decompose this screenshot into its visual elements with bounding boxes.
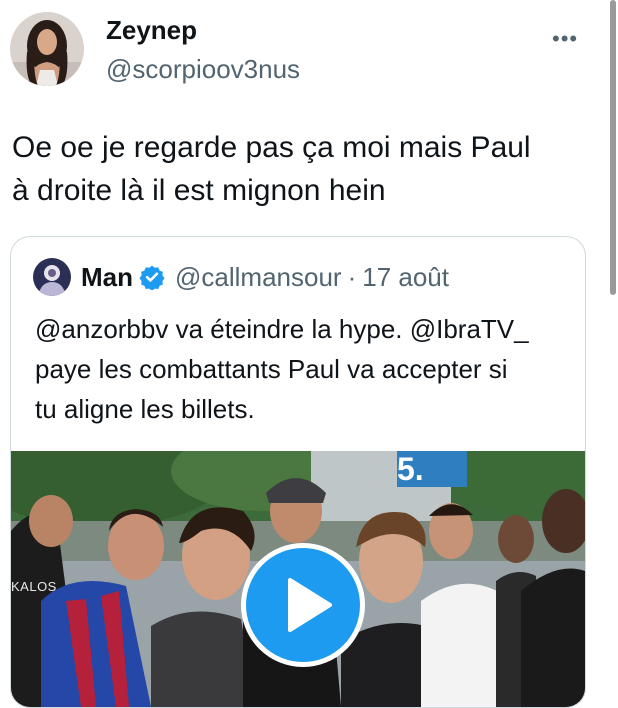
quoted-tweet-header: Man @callmansour · 17 août bbox=[33, 257, 449, 297]
quoted-author-name[interactable]: Man bbox=[81, 262, 133, 293]
author-name[interactable]: Zeynep bbox=[106, 15, 197, 46]
quoted-text-line: paye les combattants Paul va accepter si bbox=[35, 354, 508, 384]
author-handle[interactable]: @scorpioov3nus bbox=[106, 54, 300, 85]
quoted-date[interactable]: 17 août bbox=[362, 262, 449, 293]
quoted-tweet-card[interactable]: Man @callmansour · 17 août @anzorbbv va … bbox=[10, 236, 586, 708]
quoted-text-line: @anzorbbv va éteindre la hype. @IbraTV_ bbox=[35, 314, 529, 344]
background-sign-text: 5. bbox=[397, 451, 424, 487]
more-icon[interactable]: ••• bbox=[552, 26, 578, 52]
scrollbar[interactable] bbox=[610, 0, 616, 295]
quoted-author-handle[interactable]: @callmansour bbox=[175, 262, 342, 293]
play-icon bbox=[288, 578, 332, 632]
tweet-text-line: à droite là il est mignon hein bbox=[12, 174, 386, 207]
verified-badge-icon bbox=[139, 264, 165, 291]
video-thumbnail[interactable]: KALOS 5. bbox=[11, 431, 585, 707]
quoted-author-avatar[interactable] bbox=[33, 258, 71, 296]
shirt-logo-text: KALOS bbox=[11, 579, 57, 594]
author-avatar[interactable] bbox=[10, 12, 84, 86]
play-button[interactable] bbox=[241, 543, 365, 667]
tweet-text: Oe oe je regarde pas ça moi mais Paul à … bbox=[12, 126, 592, 212]
quoted-text-line: tu aligne les billets. bbox=[35, 394, 255, 424]
separator-dot: · bbox=[347, 261, 357, 292]
quoted-tweet-text: @anzorbbv va éteindre la hype. @IbraTV_ … bbox=[35, 309, 575, 429]
tweet-text-line: Oe oe je regarde pas ça moi mais Paul bbox=[12, 131, 531, 164]
